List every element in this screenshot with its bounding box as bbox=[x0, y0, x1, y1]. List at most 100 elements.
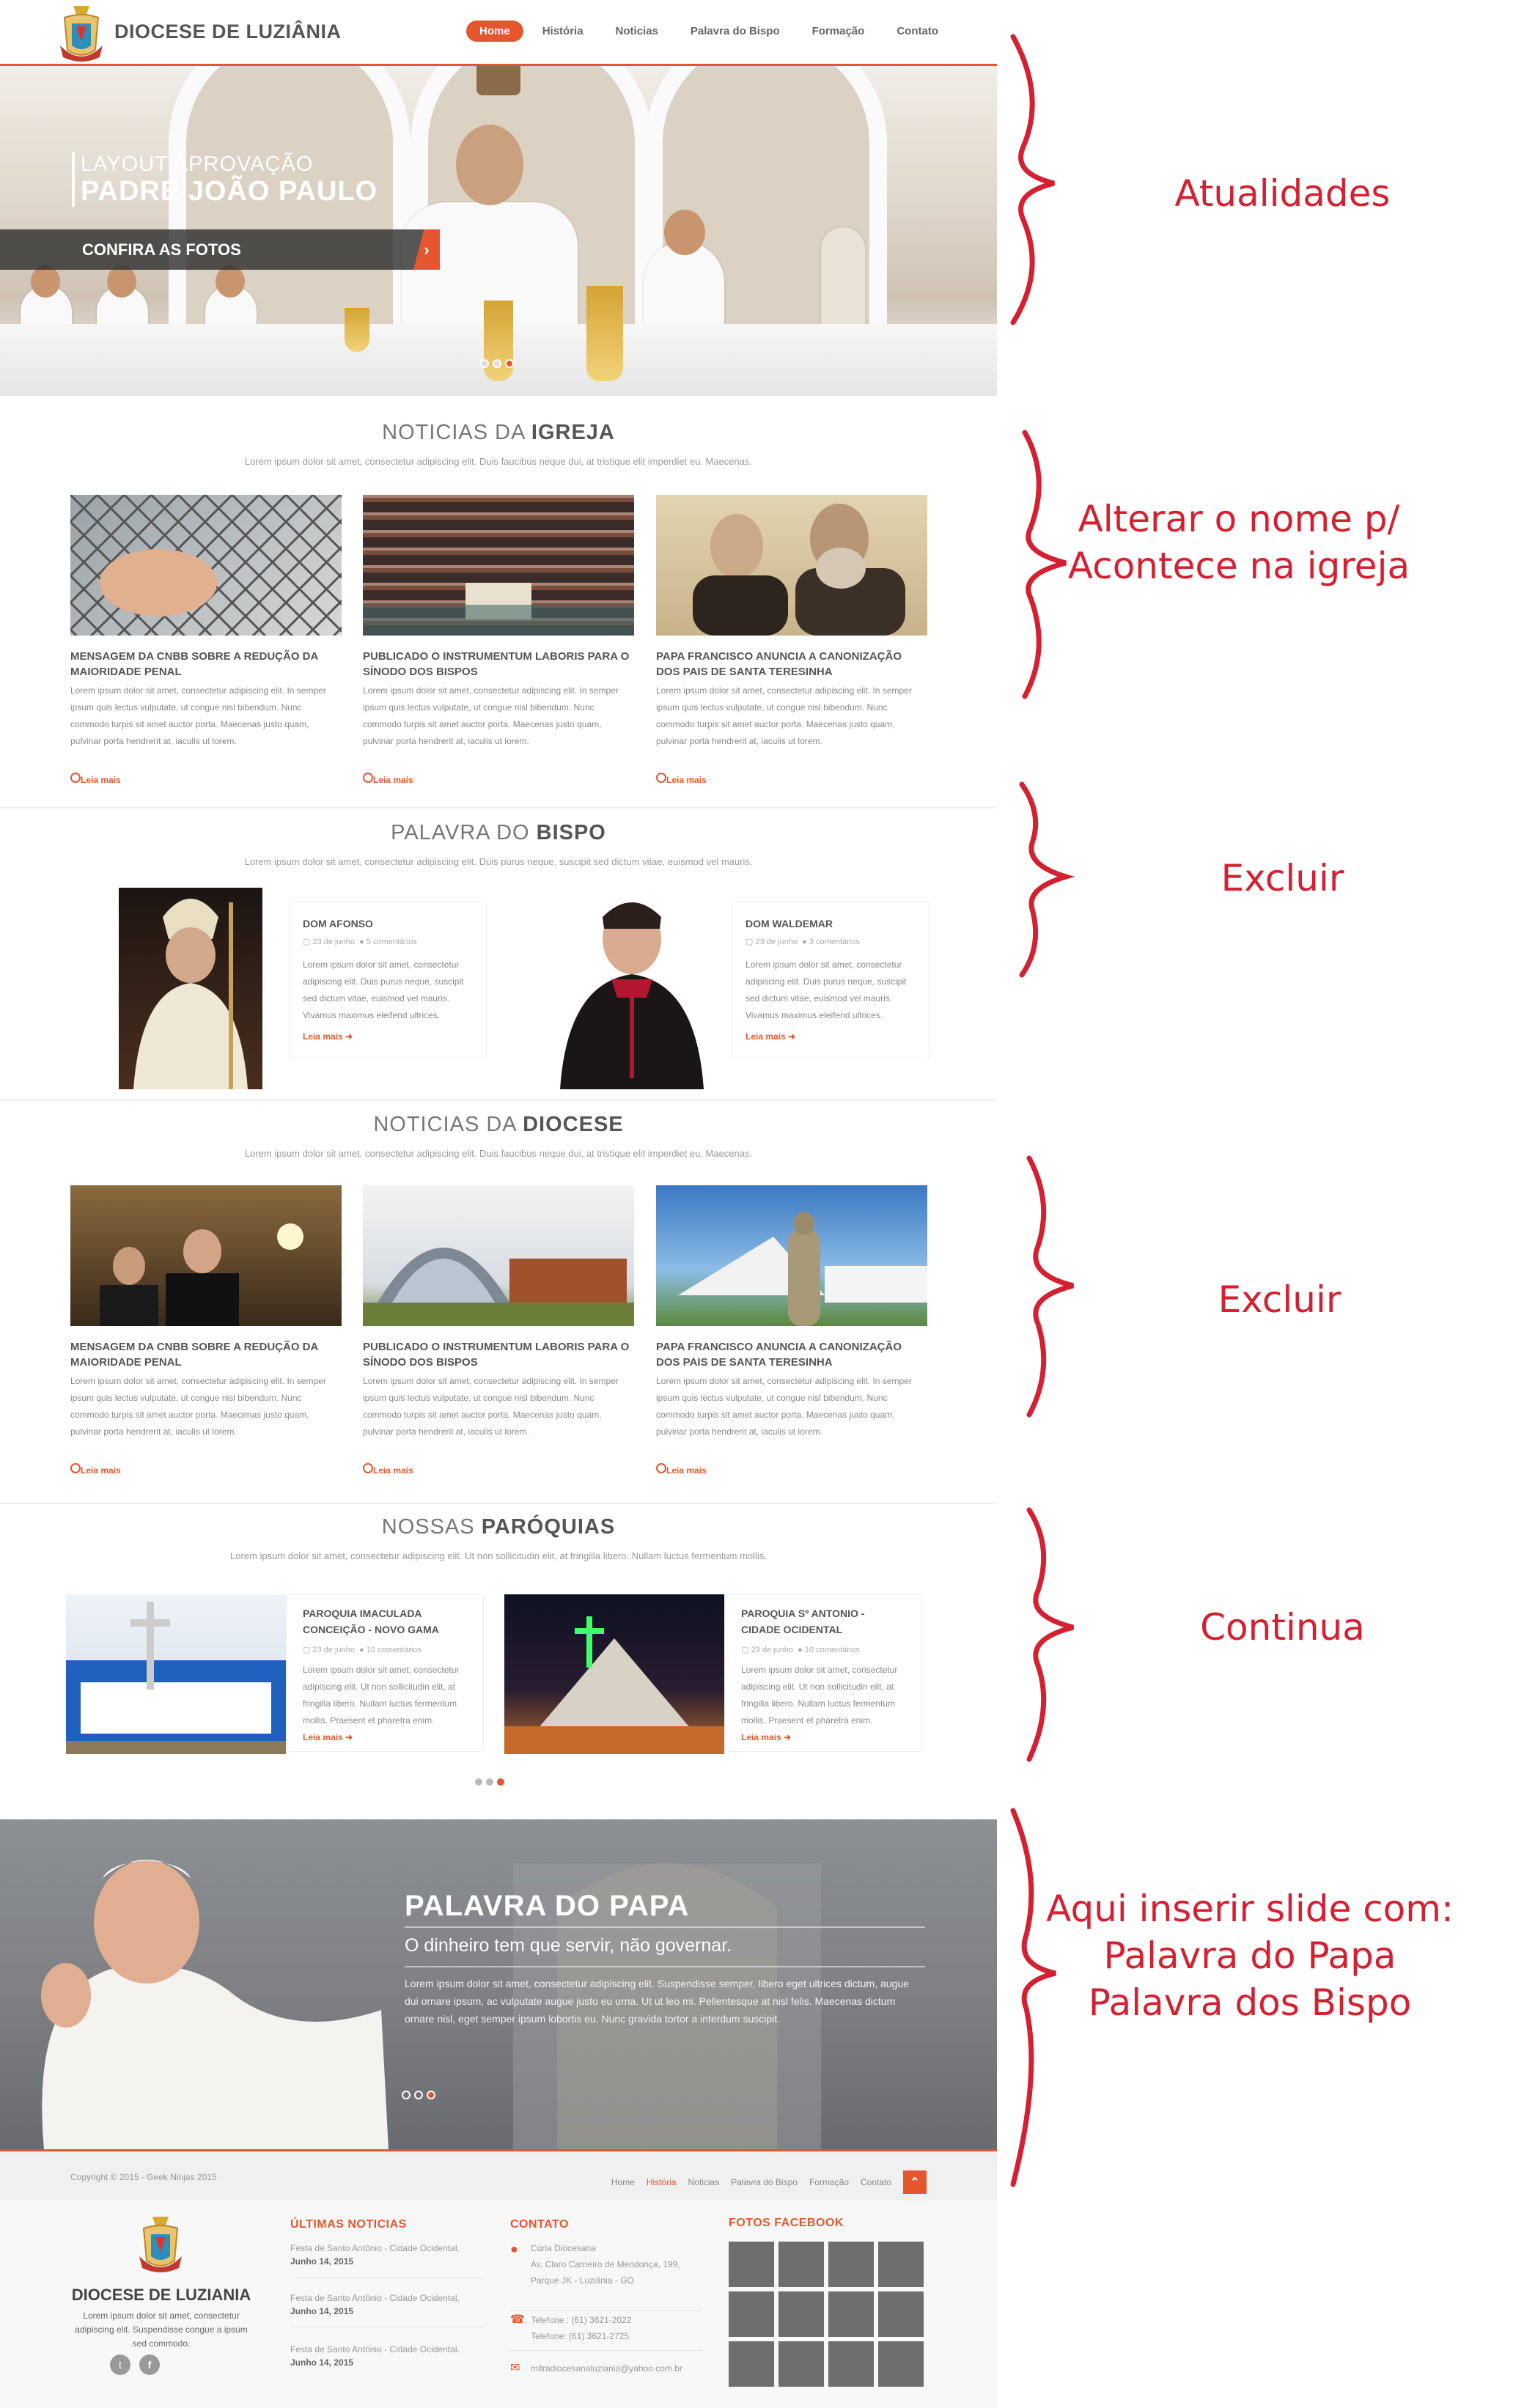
site-header: DIOCESE DE LUZIÂNIA Home História Notici… bbox=[0, 0, 997, 66]
footer-link-home[interactable]: Home bbox=[611, 2177, 635, 2187]
nav-contato[interactable]: Contato bbox=[883, 21, 951, 42]
parish-church-blue bbox=[66, 1602, 286, 1754]
news-card[interactable]: PUBLICADO O INSTRUMENTUM LABORIS PARA O … bbox=[363, 495, 634, 795]
facebook-photo[interactable] bbox=[778, 2291, 824, 2337]
parish-photo[interactable] bbox=[504, 1594, 724, 1754]
news-title[interactable]: PAPA FRANCISCO ANUNCIA A CANONIZAÇÃO DOS… bbox=[656, 1339, 927, 1370]
news-image[interactable] bbox=[656, 495, 927, 636]
read-more-link[interactable]: Leia mais bbox=[656, 1463, 707, 1476]
footer-link-contato[interactable]: Contato bbox=[861, 2177, 891, 2187]
facebook-photo[interactable] bbox=[828, 2341, 874, 2387]
facebook-photo[interactable] bbox=[729, 2242, 774, 2287]
bishop-card[interactable]: DOM AFONSO ▢ 23 de junho ● 5 comentários… bbox=[289, 901, 487, 1058]
read-more-link[interactable]: Leia mais bbox=[70, 1463, 121, 1476]
parish-dot-active[interactable] bbox=[497, 1778, 504, 1786]
main-nav: Home História Noticias Palavra do Bispo … bbox=[466, 21, 957, 42]
bishop-photo-afonso[interactable] bbox=[119, 888, 262, 1089]
news-title[interactable]: PUBLICADO O INSTRUMENTUM LABORIS PARA O … bbox=[363, 1339, 634, 1370]
bishop-photo-waldemar[interactable] bbox=[560, 888, 704, 1089]
section-subtitle-bispo: Lorem ipsum dolor sit amet, consectetur … bbox=[244, 856, 753, 867]
read-more-link[interactable]: Leia mais ➜ bbox=[746, 1031, 916, 1042]
news-image[interactable] bbox=[70, 495, 342, 636]
footer-link-historia[interactable]: História bbox=[647, 2177, 677, 2187]
news-card[interactable]: PUBLICADO O INSTRUMENTUM LABORIS PARA O … bbox=[363, 1185, 634, 1486]
footer-news-item[interactable]: Festa de Santo Antônio - Cidade Ocidenta… bbox=[290, 2343, 460, 2369]
bishop-name[interactable]: DOM AFONSO bbox=[303, 918, 473, 929]
papa-slider[interactable]: PALAVRA DO PAPA O dinheiro tem que servi… bbox=[0, 1819, 997, 2149]
news-image[interactable] bbox=[656, 1185, 927, 1326]
read-more-link[interactable]: Leia mais ➜ bbox=[303, 1031, 473, 1042]
facebook-photo[interactable] bbox=[828, 2291, 874, 2337]
parish-name[interactable]: PAROQUIA IMACULADA CONCEIÇÃO - NOVO GAMA bbox=[303, 1605, 467, 1638]
site-footer: DIOCESE DE LUZIANIA Lorem ipsum dolor si… bbox=[0, 2201, 997, 2408]
parish-dot[interactable] bbox=[486, 1778, 493, 1786]
facebook-photo[interactable] bbox=[878, 2242, 924, 2287]
news-image[interactable] bbox=[363, 495, 634, 636]
footer-email[interactable]: mitradiocesanaluziania@yahoo.com.br bbox=[531, 2362, 682, 2375]
parish-excerpt: Lorem ipsum dolor sit amet, consectetur … bbox=[303, 1665, 460, 1726]
hero-dot[interactable] bbox=[480, 359, 489, 368]
footer-news-item[interactable]: Festa de Santo Antônio - Cidade Ocidenta… bbox=[290, 2242, 460, 2268]
nav-home[interactable]: Home bbox=[466, 21, 523, 42]
news-image[interactable] bbox=[70, 1185, 342, 1326]
nav-formacao[interactable]: Formação bbox=[799, 21, 878, 42]
diocese-logo[interactable] bbox=[57, 4, 106, 63]
news-card[interactable]: MENSAGEM DA CNBB SOBRE A REDUÇÃO DA MAIO… bbox=[70, 1185, 342, 1486]
footer-logo[interactable] bbox=[136, 2208, 185, 2281]
section-divider bbox=[0, 1503, 997, 1504]
read-more-link[interactable]: Leia mais bbox=[656, 773, 707, 785]
parish-photo[interactable] bbox=[66, 1594, 286, 1754]
news-image[interactable] bbox=[363, 1185, 634, 1326]
read-more-link[interactable]: Leia mais bbox=[70, 773, 121, 785]
website-mockup: DIOCESE DE LUZIÂNIA Home História Notici… bbox=[0, 0, 997, 2408]
read-more-link[interactable]: Leia mais ➜ bbox=[303, 1732, 467, 1742]
facebook-photo[interactable] bbox=[878, 2341, 924, 2387]
facebook-photo[interactable] bbox=[778, 2242, 824, 2287]
footer-link-formacao[interactable]: Formação bbox=[809, 2177, 849, 2187]
bishop-name[interactable]: DOM WALDEMAR bbox=[746, 918, 916, 929]
parish-name[interactable]: PAROQUIA Sº ANTONIO - CIDADE OCIDENTAL bbox=[741, 1605, 905, 1638]
facebook-photo[interactable] bbox=[778, 2341, 824, 2387]
read-more-link[interactable]: Leia mais ➜ bbox=[741, 1732, 905, 1742]
facebook-photo[interactable] bbox=[729, 2341, 774, 2387]
hero-dot[interactable] bbox=[493, 359, 501, 368]
news-card[interactable]: MENSAGEM DA CNBB SOBRE A REDUÇÃO DA MAIO… bbox=[70, 495, 342, 795]
news-card[interactable]: PAPA FRANCISCO ANUNCIA A CANONIZAÇÃO DOS… bbox=[656, 1185, 927, 1486]
papa-dot[interactable] bbox=[402, 2091, 411, 2099]
papa-dot[interactable] bbox=[414, 2091, 423, 2099]
news-title[interactable]: PAPA FRANCISCO ANUNCIA A CANONIZAÇÃO DOS… bbox=[656, 649, 927, 680]
facebook-photo[interactable] bbox=[828, 2242, 874, 2287]
footer-nav: Home História Noticias Palavra do Bispo … bbox=[611, 2170, 927, 2194]
nav-historia[interactable]: História bbox=[529, 21, 597, 42]
read-more-link[interactable]: Leia mais bbox=[363, 1463, 413, 1476]
footer-link-palavra-do-bispo[interactable]: Palavra do Bispo bbox=[731, 2177, 798, 2187]
news-title[interactable]: PUBLICADO O INSTRUMENTUM LABORIS PARA O … bbox=[363, 649, 634, 680]
twitter-icon[interactable]: t bbox=[110, 2354, 130, 2375]
news-excerpt: Lorem ipsum dolor sit amet, consectetur … bbox=[363, 685, 619, 746]
facebook-photo[interactable] bbox=[878, 2291, 924, 2337]
bishop-card[interactable]: DOM WALDEMAR ▢ 23 de junho ● 3 comentári… bbox=[732, 901, 930, 1058]
nav-palavra-do-bispo[interactable]: Palavra do Bispo bbox=[677, 21, 793, 42]
news-card[interactable]: PAPA FRANCISCO ANUNCIA A CANONIZAÇÃO DOS… bbox=[656, 495, 927, 795]
facebook-photo[interactable] bbox=[729, 2291, 774, 2337]
site-brand[interactable]: DIOCESE DE LUZIÂNIA bbox=[114, 21, 342, 43]
parish-dot[interactable] bbox=[475, 1778, 482, 1786]
read-more-link[interactable]: Leia mais bbox=[363, 773, 413, 785]
papa-dot-active[interactable] bbox=[427, 2091, 435, 2099]
nav-noticias[interactable]: Noticias bbox=[603, 21, 671, 42]
facebook-icon[interactable]: f bbox=[139, 2354, 160, 2375]
hero-slider[interactable]: LAYOUT APROVAÇÃO PADRE JOÃO PAULO CONFIR… bbox=[0, 66, 997, 396]
chevron-up-icon[interactable]: ⌃ bbox=[903, 2170, 927, 2194]
footer-news-item[interactable]: Festa de Santo Antônio - Cidade Ocidenta… bbox=[290, 2291, 460, 2318]
parish-card[interactable]: PAROQUIA IMACULADA CONCEIÇÃO - NOVO GAMA… bbox=[286, 1594, 484, 1752]
news-title[interactable]: MENSAGEM DA CNBB SOBRE A REDUÇÃO DA MAIO… bbox=[70, 649, 342, 680]
chevron-right-icon[interactable]: › bbox=[413, 229, 440, 270]
parish-card[interactable]: PAROQUIA Sº ANTONIO - CIDADE OCIDENTAL ▢… bbox=[724, 1594, 922, 1752]
news-title[interactable]: MENSAGEM DA CNBB SOBRE A REDUÇÃO DA MAIO… bbox=[70, 1339, 342, 1370]
post-meta: ▢ 23 de junho ● 3 comentários bbox=[746, 938, 860, 946]
hero-photos-button[interactable]: CONFIRA AS FOTOS › bbox=[0, 229, 440, 270]
annotation-note: Alterar o nome p/ Acontece na igreja bbox=[1067, 498, 1410, 587]
hero-dot-active[interactable] bbox=[505, 359, 514, 368]
section-subtitle-diocese: Lorem ipsum dolor sit amet, consectetur … bbox=[244, 1148, 753, 1159]
footer-link-noticias[interactable]: Noticias bbox=[688, 2177, 720, 2187]
